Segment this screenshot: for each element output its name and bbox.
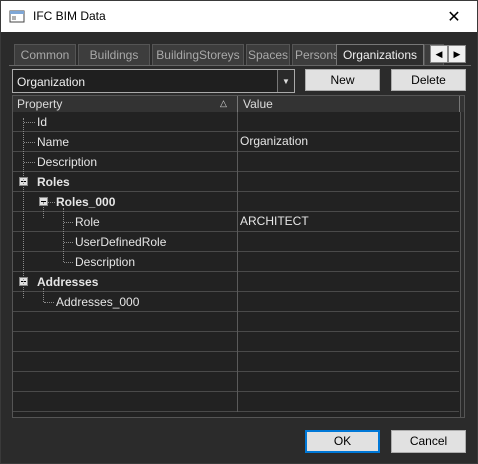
column-divider: [237, 252, 238, 272]
tree-line: [43, 288, 44, 302]
sort-icon: △: [220, 98, 227, 108]
grid-row[interactable]: Addresses_000: [13, 292, 459, 312]
property-label: Roles_000: [56, 195, 116, 209]
tree-line: [63, 208, 64, 262]
grid-row[interactable]: [13, 392, 459, 412]
app-icon: [9, 10, 25, 23]
new-button[interactable]: New: [305, 69, 380, 91]
column-divider: [237, 292, 238, 312]
grid-header: Property △ Value: [13, 96, 464, 112]
grid-row[interactable]: [13, 312, 459, 332]
tree-line: [48, 202, 55, 203]
tree-line: [43, 202, 44, 218]
column-divider: [237, 312, 238, 332]
tab-buildingstoreys[interactable]: BuildingStoreys: [152, 44, 244, 65]
grid-row[interactable]: Id: [13, 112, 459, 132]
column-divider: [237, 272, 238, 292]
grid-row[interactable]: Role ARCHITECT: [13, 212, 459, 232]
property-value[interactable]: Organization: [240, 134, 308, 148]
organization-select[interactable]: Organization ▼: [12, 69, 295, 93]
column-divider: [237, 232, 238, 252]
cancel-button[interactable]: Cancel: [391, 430, 466, 453]
grid-row[interactable]: [13, 372, 459, 392]
property-grid[interactable]: Property △ Value Id Name Organization De…: [12, 95, 465, 418]
header-property[interactable]: Property: [17, 97, 62, 111]
grid-row[interactable]: Description: [13, 252, 459, 272]
grid-row[interactable]: Name Organization: [13, 132, 459, 152]
tab-buildings[interactable]: Buildings: [78, 44, 150, 65]
header-value[interactable]: Value: [243, 97, 273, 111]
tree-line: [64, 242, 73, 243]
column-divider: [237, 112, 238, 132]
title-bar: IFC BIM Data ✕: [1, 1, 477, 32]
property-value[interactable]: ARCHITECT: [240, 214, 309, 228]
tab-persons[interactable]: Persons: [292, 44, 342, 65]
dialog-window: IFC BIM Data ✕ Common Buildings Building…: [0, 0, 478, 464]
tree-line: [64, 222, 73, 223]
header-separator: [237, 96, 238, 112]
column-divider: [237, 212, 238, 232]
property-label: Description: [37, 155, 98, 169]
property-label: Name: [37, 135, 70, 149]
delete-button[interactable]: Delete: [391, 69, 466, 91]
vertical-scrollbar[interactable]: [460, 112, 464, 417]
grid-row[interactable]: UserDefinedRole: [13, 232, 459, 252]
chevron-down-icon[interactable]: ▼: [277, 70, 294, 92]
tab-scroll-left-icon[interactable]: ◀: [430, 45, 448, 63]
property-label: Role: [75, 215, 100, 229]
tab-scroll-right-icon[interactable]: ▶: [448, 45, 466, 63]
grid-row[interactable]: Roles: [13, 172, 459, 192]
tree-line: [44, 302, 54, 303]
column-divider: [237, 132, 238, 152]
tree-line: [24, 162, 35, 163]
organization-select-value: Organization: [17, 75, 86, 89]
property-label: Addresses_000: [56, 295, 140, 309]
column-divider: [237, 152, 238, 172]
tree-line: [24, 122, 35, 123]
property-label: Addresses: [37, 275, 99, 289]
tree-line: [23, 118, 24, 298]
column-divider: [237, 372, 238, 392]
property-label: UserDefinedRole: [75, 235, 167, 249]
property-label: Description: [75, 255, 136, 269]
column-divider: [237, 172, 238, 192]
tab-strip: Common Buildings BuildingStoreys Spaces …: [14, 44, 466, 65]
column-divider: [237, 352, 238, 372]
tab-organizations[interactable]: Organizations: [336, 44, 424, 65]
column-divider: [237, 192, 238, 212]
ok-button[interactable]: OK: [305, 430, 380, 453]
grid-row[interactable]: Description: [13, 152, 459, 172]
grid-row[interactable]: [13, 332, 459, 352]
column-divider: [237, 392, 238, 412]
grid-row[interactable]: Addresses: [13, 272, 459, 292]
tab-spaces[interactable]: Spaces: [246, 44, 290, 65]
tree-line: [64, 262, 73, 263]
tree-line: [24, 142, 35, 143]
property-label: Roles: [37, 175, 70, 189]
header-separator-end: [459, 96, 460, 112]
column-divider: [237, 332, 238, 352]
tab-divider: [9, 65, 471, 66]
grid-row[interactable]: Roles_000: [13, 192, 459, 212]
close-icon[interactable]: ✕: [431, 1, 477, 32]
property-label: Id: [37, 115, 48, 129]
grid-row[interactable]: [13, 352, 459, 372]
window-title: IFC BIM Data: [33, 9, 106, 23]
tab-common[interactable]: Common: [14, 44, 76, 65]
